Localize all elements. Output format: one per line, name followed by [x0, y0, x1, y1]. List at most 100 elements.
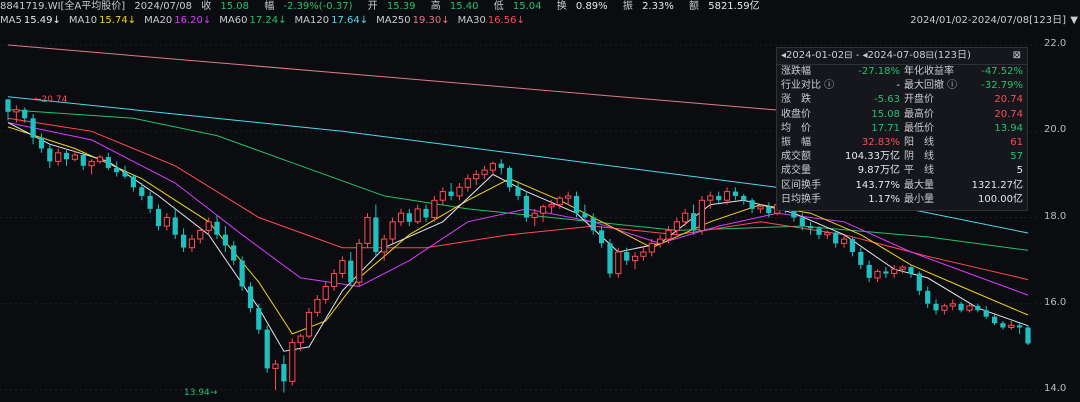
candle: [698, 195, 705, 235]
candle-body: [866, 264, 872, 278]
quote-date: 2024/07/08: [134, 1, 193, 12]
candle: [389, 217, 396, 244]
date-range-label[interactable]: 2024/01/02-2024/07/08[123日]: [910, 14, 1066, 28]
candle-body: [489, 163, 496, 171]
stat-value: 9.87万亿: [857, 165, 900, 177]
candle-body: [874, 270, 881, 279]
stat-label: 阴 线: [904, 151, 934, 163]
candle-body: [975, 305, 981, 311]
candle-body: [899, 266, 906, 270]
candle-body: [816, 228, 822, 235]
stat-value: 104.33万亿: [845, 151, 900, 163]
close-value: 15.08: [220, 1, 250, 12]
candle-body: [949, 303, 956, 307]
ma-legend-label: MA20: [144, 15, 173, 26]
candle-body: [657, 238, 664, 244]
y-axis-tick-label: 18.0: [1044, 210, 1067, 222]
stat-value: 5: [1016, 165, 1023, 177]
candle-body: [556, 197, 563, 206]
stat-label: 涨 跌: [781, 94, 811, 106]
candle-body: [114, 167, 120, 173]
candle-body: [373, 217, 379, 252]
candle-body: [992, 316, 998, 324]
panel-date-range[interactable]: ◂2024-01-02⊟ - ◂2024-07-08⊟(123日) ⊠: [777, 48, 1027, 65]
high-value: 15.40: [449, 1, 479, 12]
range-dropdown-icon[interactable]: ▼: [1070, 14, 1078, 28]
ma-legend-value: 19.30↓: [412, 15, 450, 26]
candle-body: [105, 157, 111, 168]
stats-row: 成交额 104.33万亿阴 线 57: [777, 150, 1027, 164]
y-axis-tick-label: 22.0: [1044, 38, 1067, 49]
candle-body: [47, 148, 53, 162]
candle-body: [314, 298, 321, 313]
close-icon[interactable]: ⊠: [1013, 48, 1021, 64]
stat-value: -27.18%: [858, 66, 900, 77]
candle-body: [565, 195, 572, 199]
candle-body: [188, 238, 196, 249]
candle-body: [858, 252, 864, 265]
candle-body: [406, 213, 412, 222]
candle-body: [147, 195, 153, 209]
candle-body: [1008, 324, 1015, 328]
stat-label: 涨跌幅: [781, 66, 811, 77]
candle-body: [339, 260, 346, 275]
ma-legend-value: 17.24↓: [249, 15, 287, 26]
stat-label: 阳 线: [904, 136, 934, 148]
ma-legend-value: 16.20↓: [174, 15, 212, 26]
stat-value: 13.94: [994, 122, 1023, 134]
candle-body: [139, 187, 145, 196]
candle-body: [71, 154, 79, 160]
candle-body: [849, 239, 855, 252]
stat-label: 区间换手: [781, 179, 821, 191]
stat-label: 最高价: [904, 108, 934, 120]
candle-body: [498, 163, 504, 168]
stat-value: 20.74: [994, 108, 1023, 120]
candle-body: [808, 226, 814, 229]
stat-label: 最大回撤 ⓘ: [904, 80, 958, 92]
ma-legend-value: 15.74↓: [99, 15, 137, 26]
stat-value: 15.08: [871, 108, 900, 120]
stat-label: 年化收益率: [904, 66, 954, 77]
candle-body: [958, 303, 964, 311]
candle-body: [531, 212, 538, 218]
candle-body: [181, 234, 187, 248]
candle-body: [691, 213, 697, 231]
candle-body: [88, 160, 95, 167]
candle-body: [55, 152, 62, 162]
stat-label: 均 价: [781, 122, 811, 134]
candle: [264, 325, 270, 373]
candle-body: [96, 156, 104, 162]
stat-value: 57: [1010, 151, 1023, 163]
stat-value: 61: [1010, 136, 1023, 148]
stat-label: 最大量: [904, 179, 934, 191]
candle-body: [197, 229, 204, 240]
amplitude-value: 2.33%: [642, 1, 674, 12]
stats-row: 区间换手 143.77% 最大量 1321.27亿: [777, 179, 1027, 193]
candle-body: [682, 212, 689, 223]
candle-body: [264, 329, 270, 369]
stat-value: -32.79%: [981, 80, 1023, 92]
candle-body: [414, 208, 421, 223]
candle-body: [1025, 327, 1031, 344]
candle-body: [122, 172, 128, 177]
ma-legend-label: MA10: [68, 15, 98, 26]
low-marker-label: 13.94→: [184, 388, 218, 398]
stat-value: 32.83%: [861, 136, 900, 148]
candle-body: [473, 173, 480, 180]
candle-body: [364, 217, 371, 244]
candle-body: [322, 286, 329, 300]
stat-value: 17.71: [871, 122, 900, 134]
stats-row: 成交量 9.87万亿平 线 5: [777, 164, 1027, 178]
candle-body: [5, 99, 11, 112]
candle-body: [983, 310, 989, 317]
ma-legend-label: MA30: [457, 15, 486, 26]
candle-body: [423, 208, 429, 218]
candle-body: [582, 213, 588, 218]
ma-legend-label: MA5: [0, 15, 22, 26]
candle: [289, 338, 296, 386]
index-code[interactable]: 8841719.WI[全A平均股价]: [0, 1, 125, 12]
candle-body: [439, 191, 446, 201]
candle-body: [523, 195, 529, 218]
amount-value: 5821.59亿: [708, 1, 760, 12]
y-axis-tick-label: 20.0: [1044, 124, 1067, 136]
